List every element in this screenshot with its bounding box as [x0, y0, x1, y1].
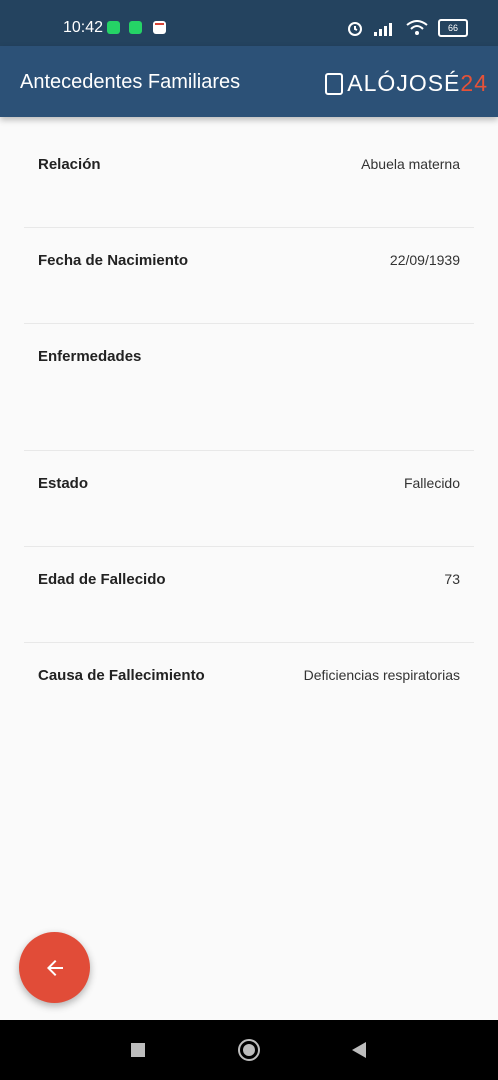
brand-name: ALÓJOSÉ [347, 70, 461, 96]
detail-value: Fallecido [403, 475, 460, 491]
whatsapp-icon [129, 21, 142, 34]
arrow-back-icon [46, 959, 63, 976]
stethoscope-icon [325, 72, 344, 95]
detail-value: Deficiencias respiratorias [303, 667, 460, 683]
back-icon[interactable] [352, 1042, 366, 1058]
status-bar: 10:42 66 [0, 0, 498, 46]
wifi-icon [406, 20, 428, 35]
detail-row-fecha-nacimiento: Fecha de Nacimiento 22/09/1939 [24, 228, 474, 324]
brand-text: ALÓJOSÉ24 [347, 70, 488, 97]
detail-value: Abuela materna [361, 156, 460, 172]
detail-label: Enfermedades [38, 348, 142, 365]
detail-row-estado: Estado Fallecido [24, 451, 474, 547]
detail-label: Estado [38, 475, 89, 492]
recent-apps-icon[interactable] [131, 1043, 145, 1057]
detail-value: 22/09/1939 [389, 252, 460, 268]
status-icons: 66 [346, 19, 468, 37]
brand-number: 24 [460, 70, 488, 96]
detail-row-edad-fallecido: Edad de Fallecido 73 [24, 547, 474, 643]
detail-label: Fecha de Nacimiento [38, 252, 189, 269]
home-icon[interactable] [238, 1039, 260, 1061]
battery-icon: 66 [438, 19, 468, 37]
detail-row-causa-fallecimiento: Causa de Fallecimiento Deficiencias resp… [24, 643, 474, 738]
gmail-icon [153, 21, 166, 34]
detail-label: Edad de Fallecido [38, 571, 166, 588]
detail-label: Relación [38, 156, 101, 173]
detail-value: 73 [444, 571, 460, 587]
brand-logo: ALÓJOSÉ24 [325, 70, 488, 97]
page-title: Antecedentes Familiares [20, 71, 241, 93]
alarm-icon [348, 22, 362, 36]
status-time: 10:42 [63, 19, 104, 36]
app-bar: Antecedentes Familiares ALÓJOSÉ24 [0, 46, 498, 117]
details-list: Relación Abuela materna Fecha de Nacimie… [24, 117, 474, 738]
detail-label: Causa de Fallecimiento [38, 667, 205, 684]
back-fab-button[interactable] [19, 932, 90, 1003]
whatsapp-icon [107, 21, 120, 34]
detail-row-relacion: Relación Abuela materna [24, 117, 474, 228]
signal-icon [374, 23, 392, 36]
detail-row-enfermedades: Enfermedades [24, 324, 474, 451]
